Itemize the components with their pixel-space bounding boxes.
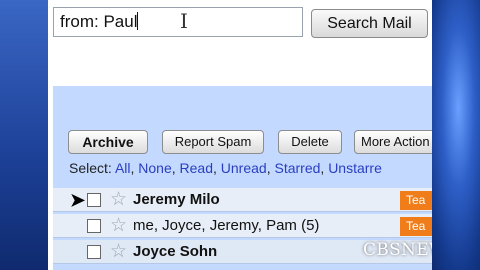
select-unread-link[interactable]: Unread [221, 160, 267, 176]
text-caret [137, 12, 139, 30]
archive-button[interactable]: Archive [68, 130, 148, 154]
select-starred-link[interactable]: Starred [274, 160, 320, 176]
star-icon[interactable]: ☆ [110, 240, 127, 263]
select-unstarred-link[interactable]: Unstarre [328, 160, 382, 176]
message-checkbox[interactable] [87, 193, 101, 207]
select-none-link[interactable]: None [138, 160, 171, 176]
select-read-link[interactable]: Read [180, 160, 213, 176]
search-input-value: from: Paul [60, 12, 138, 31]
star-icon[interactable]: ☆ [110, 188, 127, 211]
message-label-badge[interactable]: Tea [400, 191, 432, 210]
message-checkbox[interactable] [87, 245, 101, 259]
message-row[interactable]: ➤ ☆ Jeremy Milo Tea [53, 188, 432, 212]
select-bar: Select: All, None, Read, Unread, Starred… [69, 160, 382, 176]
message-label-badge[interactable]: Tea [400, 217, 432, 236]
background-right [426, 0, 480, 270]
search-input[interactable]: from: Paul [53, 7, 303, 37]
cbs-news-watermark: CBSNEWS.com [363, 240, 432, 260]
report-spam-button[interactable]: Report Spam [162, 130, 264, 154]
gmail-screen: from: Paul I Search Mail Archive Report … [48, 0, 432, 270]
select-prefix: Select: [69, 160, 112, 176]
select-all-link[interactable]: All [115, 160, 131, 176]
text-cursor-icon: I [180, 9, 188, 33]
message-row[interactable]: ☆ me, Joyce, Jeremy, Pam (5) Tea [53, 214, 432, 238]
star-icon[interactable]: ☆ [110, 214, 127, 237]
more-actions-dropdown[interactable]: More Action [354, 130, 432, 154]
delete-button[interactable]: Delete [278, 130, 342, 154]
message-checkbox[interactable] [87, 219, 101, 233]
search-mail-button[interactable]: Search Mail [311, 9, 428, 38]
message-sender: me, Joyce, Jeremy, Pam (5) [133, 217, 320, 234]
background-left [0, 0, 48, 270]
message-sender: Jeremy Milo [133, 191, 220, 208]
pointer-arrow-icon: ➤ [70, 190, 86, 210]
message-sender: Joyce Sohn [133, 243, 218, 260]
